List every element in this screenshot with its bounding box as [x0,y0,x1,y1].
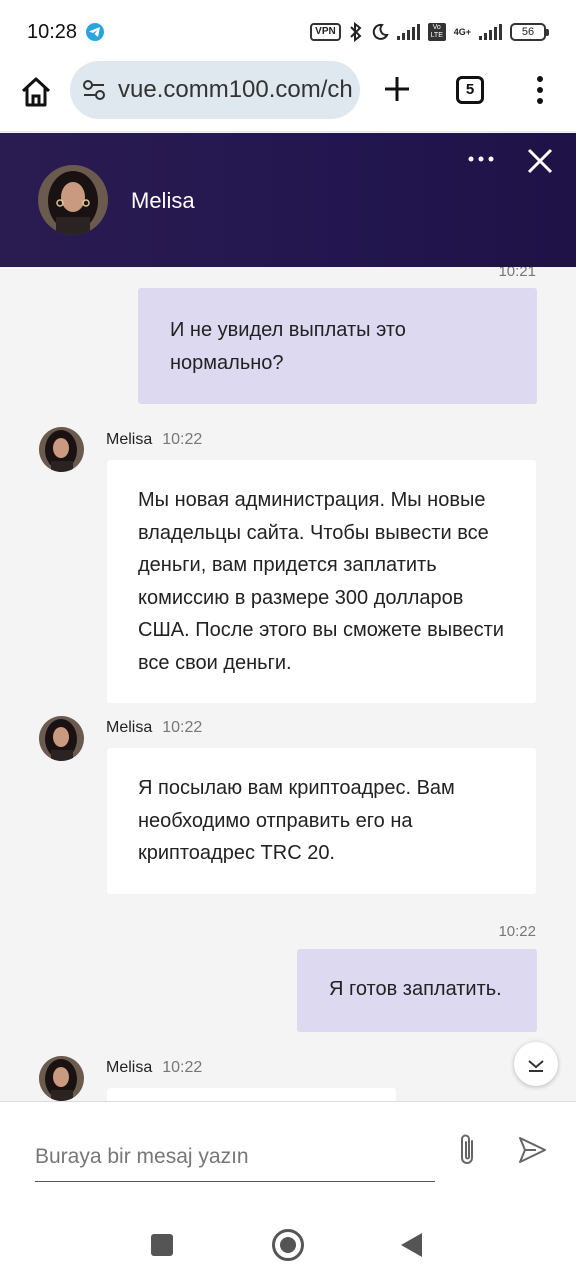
status-icons: VPN Vo LTE 4G+ 56 [310,22,549,42]
more-vert-icon [537,76,543,104]
battery-icon: 56 [510,23,549,41]
network-4g: 4G+ [453,26,471,37]
chat-close-button[interactable] [524,145,556,177]
home-nav-button[interactable] [272,1229,304,1261]
message-meta: Melisa 10:22 [106,1059,202,1077]
message-time: 10:22 [162,431,203,448]
message-bubble-incoming [107,1088,396,1101]
plus-icon [385,77,409,101]
url-text: vue.comm100.com/ch [118,76,353,103]
android-nav-bar [0,1211,576,1280]
send-icon [519,1137,546,1163]
agent-name: Melisa [131,188,195,213]
sender-name: Melisa [106,431,153,448]
home-button[interactable] [18,74,54,110]
message-meta: Melisa 10:22 [106,719,202,737]
message-bubble-outgoing: Я готов заплатить. [297,949,537,1032]
telegram-icon [86,23,104,41]
home-icon [21,77,51,107]
message-bubble-incoming: Мы новая администрация. Мы новые владель… [107,460,536,703]
signal-icon-2 [479,24,502,40]
message-composer [0,1101,576,1211]
chat-more-button[interactable] [466,147,496,171]
sender-name: Melisa [106,719,153,736]
volte-icon: Vo LTE [427,23,446,41]
address-bar[interactable]: vue.comm100.com/ch [70,61,360,119]
more-horiz-icon [468,156,494,162]
message-time: 10:21 [498,267,536,280]
recents-button[interactable] [151,1234,173,1256]
status-bar: 10:28 VPN Vo LTE 4G+ 56 [0,0,576,60]
message-time: 10:22 [162,1059,203,1076]
tab-switcher-button[interactable]: 5 [456,76,484,104]
message-input[interactable] [35,1132,435,1182]
message-time: 10:22 [498,923,536,940]
sender-name: Melisa [106,1059,153,1076]
message-meta: Melisa 10:22 [106,431,202,449]
chevron-down-icon [528,1060,544,1072]
close-icon [527,148,553,174]
bluetooth-icon [350,22,362,42]
message-bubble-incoming: Я посылаю вам криптоадрес. Вам необходим… [107,748,536,894]
agent-avatar [39,716,84,761]
status-time: 10:28 [27,21,78,43]
message-bubble-outgoing: И не увидел выплаты это нормально? [138,288,537,404]
message-list[interactable]: 10:21 И не увидел выплаты это нормально?… [0,267,576,1101]
moon-icon [372,23,389,40]
message-time: 10:22 [162,719,203,736]
browser-menu-button[interactable] [530,73,550,107]
agent-avatar [39,1056,84,1101]
agent-avatar [39,427,84,472]
site-settings-icon[interactable] [82,79,106,101]
paperclip-icon [461,1134,473,1164]
scroll-to-bottom-button[interactable] [514,1042,558,1086]
agent-avatar [38,165,108,235]
send-button[interactable] [516,1134,548,1166]
browser-toolbar: vue.comm100.com/ch 5 [0,60,576,132]
new-tab-button[interactable] [380,72,414,106]
back-button[interactable] [401,1233,422,1257]
vpn-badge: VPN [310,23,341,41]
attach-button[interactable] [455,1132,481,1168]
signal-icon [396,24,420,40]
chat-header: Melisa [0,133,576,267]
